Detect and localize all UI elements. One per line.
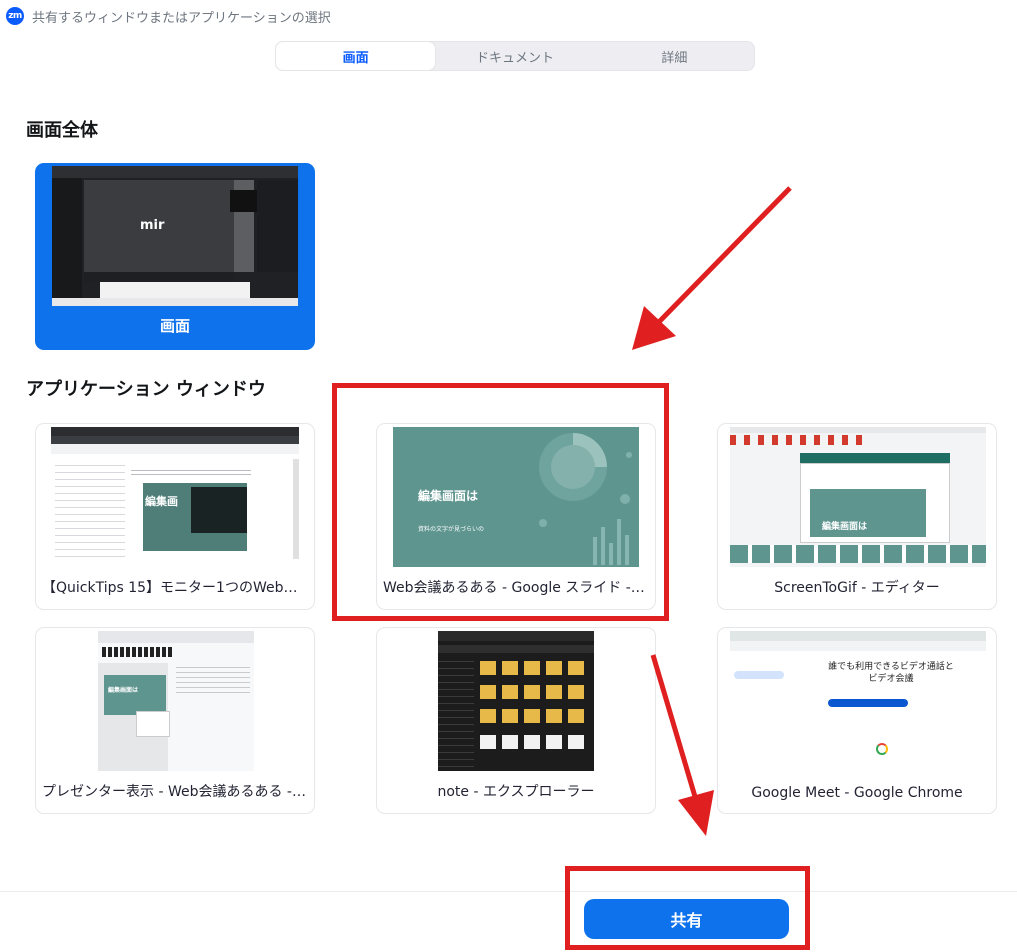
arrow-head-icon — [632, 306, 676, 350]
app-label-google-slides: Web会議あるある - Google スライド - Go… — [383, 580, 649, 596]
app-label-explorer: note - エクスプローラー — [437, 784, 595, 800]
full-screen-option[interactable]: mir 画面 — [35, 163, 315, 350]
slide-subtitle-text: 資料の文字が見づらいの — [418, 526, 485, 533]
share-screen-dialog: zm 共有するウィンドウまたはアプリケーションの選択 画面 ドキュメント 詳細 … — [0, 0, 1017, 952]
slide-title-text: 編集画面は — [418, 489, 479, 503]
footer-divider — [0, 891, 1017, 892]
app-thumbnail-presenter-view: 編集画面は — [98, 631, 254, 771]
app-label-google-meet: Google Meet - Google Chrome — [751, 785, 963, 801]
app-thumbnail-quicktips: 編集画 — [51, 427, 299, 567]
app-thumbnail-google-slides: 編集画面は 資料の文字が見づらいの — [393, 427, 639, 567]
title-bar: zm 共有するウィンドウまたはアプリケーションの選択 — [0, 0, 1017, 32]
app-thumb-text-quicktips: 編集画 — [145, 495, 178, 508]
section-title-app-windows: アプリケーション ウィンドウ — [26, 379, 266, 400]
app-window-google-slides[interactable]: 編集画面は 資料の文字が見づらいの Web会議あるある - Google スライ… — [376, 423, 656, 610]
app-thumb-text-presenter: 編集画面は — [108, 687, 139, 694]
app-window-screentogif[interactable]: 編集画面は ScreenToGif - エディター — [717, 423, 997, 610]
app-window-quicktips[interactable]: 編集画 【QuickTips 15】モニター1つのWeb会議（… — [35, 423, 315, 610]
app-label-screentogif: ScreenToGif - エディター — [774, 580, 940, 596]
app-thumbnail-google-meet: 誰でも利用できるビデオ通話とビデオ会議 — [730, 631, 986, 771]
app-label-quicktips: 【QuickTips 15】モニター1つのWeb会議（… — [42, 580, 308, 596]
app-thumb-text-meet: 誰でも利用できるビデオ通話とビデオ会議 — [828, 662, 954, 684]
tab-document[interactable]: ドキュメント — [435, 42, 594, 70]
full-screen-thumbnail: mir — [52, 166, 298, 306]
app-thumbnail-explorer — [438, 631, 594, 771]
tab-advanced[interactable]: 詳細 — [595, 42, 754, 70]
window-title: 共有するウィンドウまたはアプリケーションの選択 — [32, 10, 331, 26]
tab-screen[interactable]: 画面 — [276, 42, 436, 70]
share-button[interactable]: 共有 — [584, 899, 789, 939]
arrow-head-icon — [678, 790, 714, 836]
app-window-google-meet[interactable]: 誰でも利用できるビデオ通話とビデオ会議 Google Meet - Google… — [717, 627, 997, 814]
app-label-presenter-view: プレゼンター表示 - Web会議あるある - G… — [42, 784, 308, 800]
full-screen-label: 画面 — [159, 317, 190, 335]
app-thumbnail-screentogif: 編集画面は — [730, 427, 986, 567]
app-window-explorer[interactable]: note - エクスプローラー — [376, 627, 656, 814]
app-thumb-text-screentogif: 編集画面は — [822, 522, 868, 532]
full-screen-thumb-text: mir — [140, 218, 165, 233]
section-title-full-screen: 画面全体 — [26, 120, 98, 141]
share-type-tabs: 画面 ドキュメント 詳細 — [275, 41, 755, 71]
zoom-logo-icon: zm — [6, 7, 24, 25]
app-window-presenter-view[interactable]: 編集画面は プレゼンター表示 - Web会議あるある - G… — [35, 627, 315, 814]
